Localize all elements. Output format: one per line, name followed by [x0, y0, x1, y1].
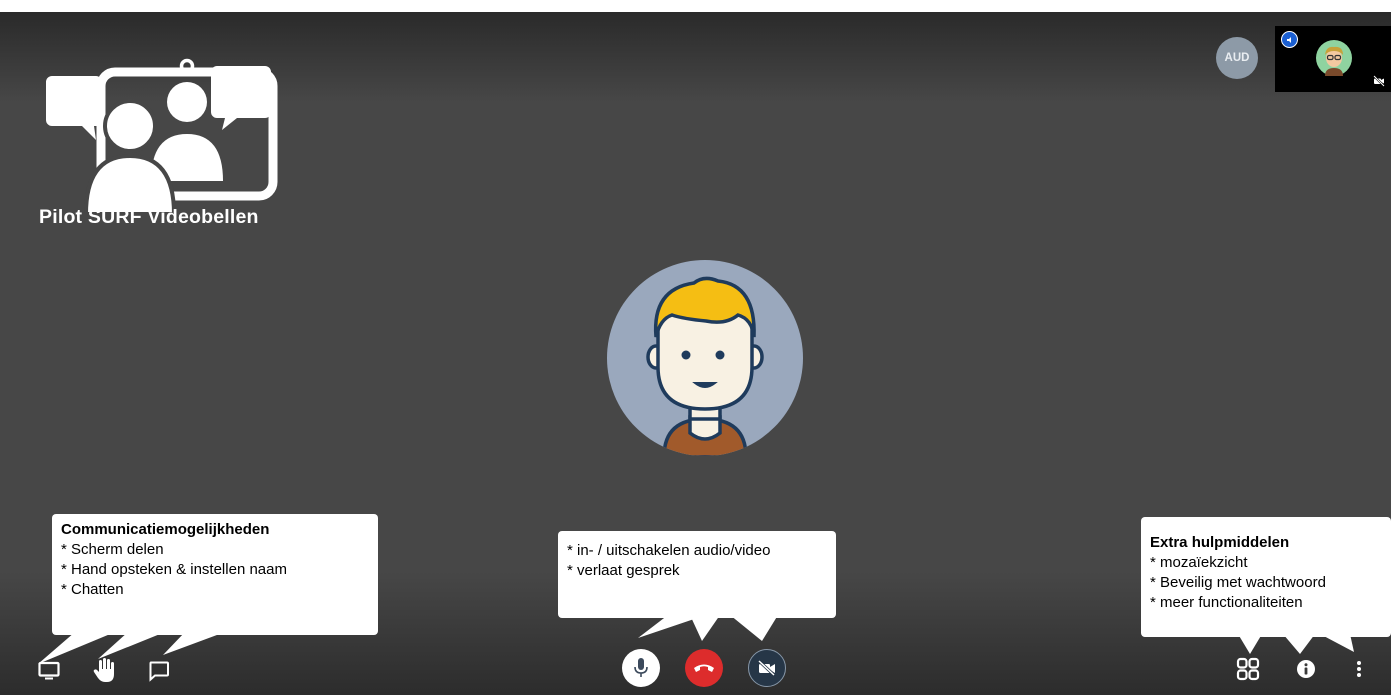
callout-line: * verlaat gesprek	[567, 562, 680, 579]
screen-share-button[interactable]	[36, 659, 62, 683]
more-vertical-icon	[1357, 661, 1361, 677]
callout-line: * Hand opsteken & instellen naam	[61, 561, 287, 578]
callout-communication: Communicatiemogelijkheden * Scherm delen…	[52, 514, 378, 635]
hangup-button[interactable]	[685, 649, 723, 687]
callout-call-controls: * in- / uitschakelen audio/video * verla…	[558, 531, 836, 618]
self-view-thumbnail[interactable]	[1275, 26, 1391, 92]
camera-off-icon	[757, 659, 776, 677]
callout-line: * Chatten	[61, 581, 124, 598]
microphone-toggle-button[interactable]	[622, 649, 660, 687]
raise-hand-button[interactable]	[91, 656, 119, 684]
more-options-button[interactable]	[1348, 657, 1370, 681]
participant-avatar	[606, 259, 804, 457]
conference-stage: Pilot SURF Videobellen AUD Communicatiem…	[0, 12, 1391, 695]
microphone-icon	[634, 658, 648, 677]
callout-line: * mozaïekzicht	[1150, 554, 1248, 571]
chat-icon	[149, 661, 169, 682]
callout-heading: Extra hulpmiddelen	[1150, 534, 1290, 551]
info-icon	[1297, 660, 1315, 678]
camera-muted-icon	[1373, 74, 1385, 87]
callout-extra-tools: Extra hulpmiddelen * mozaïekzicht * Beve…	[1141, 517, 1391, 637]
speaker-indicator-icon	[1281, 31, 1298, 48]
callout-line: * Beveilig met wachtwoord	[1150, 574, 1326, 591]
callout-line: * Scherm delen	[61, 541, 164, 558]
chat-button[interactable]	[146, 658, 172, 684]
tile-view-button[interactable]	[1234, 655, 1262, 683]
screen-share-icon	[38, 661, 60, 680]
audio-participant-badge[interactable]: AUD	[1216, 37, 1258, 79]
callout-heading: Communicatiemogelijkheden	[61, 521, 270, 538]
logo-graphic	[46, 58, 278, 216]
callout-line: * in- / uitschakelen audio/video	[567, 542, 771, 559]
self-avatar	[1316, 40, 1352, 76]
tile-view-icon	[1236, 657, 1260, 681]
logo-title: Pilot SURF Videobellen	[39, 206, 259, 228]
callout-line: * meer functionaliteiten	[1150, 594, 1303, 611]
raise-hand-icon	[93, 658, 114, 682]
security-info-button[interactable]	[1294, 657, 1318, 681]
camera-toggle-button[interactable]	[748, 649, 786, 687]
hangup-icon	[694, 664, 714, 672]
